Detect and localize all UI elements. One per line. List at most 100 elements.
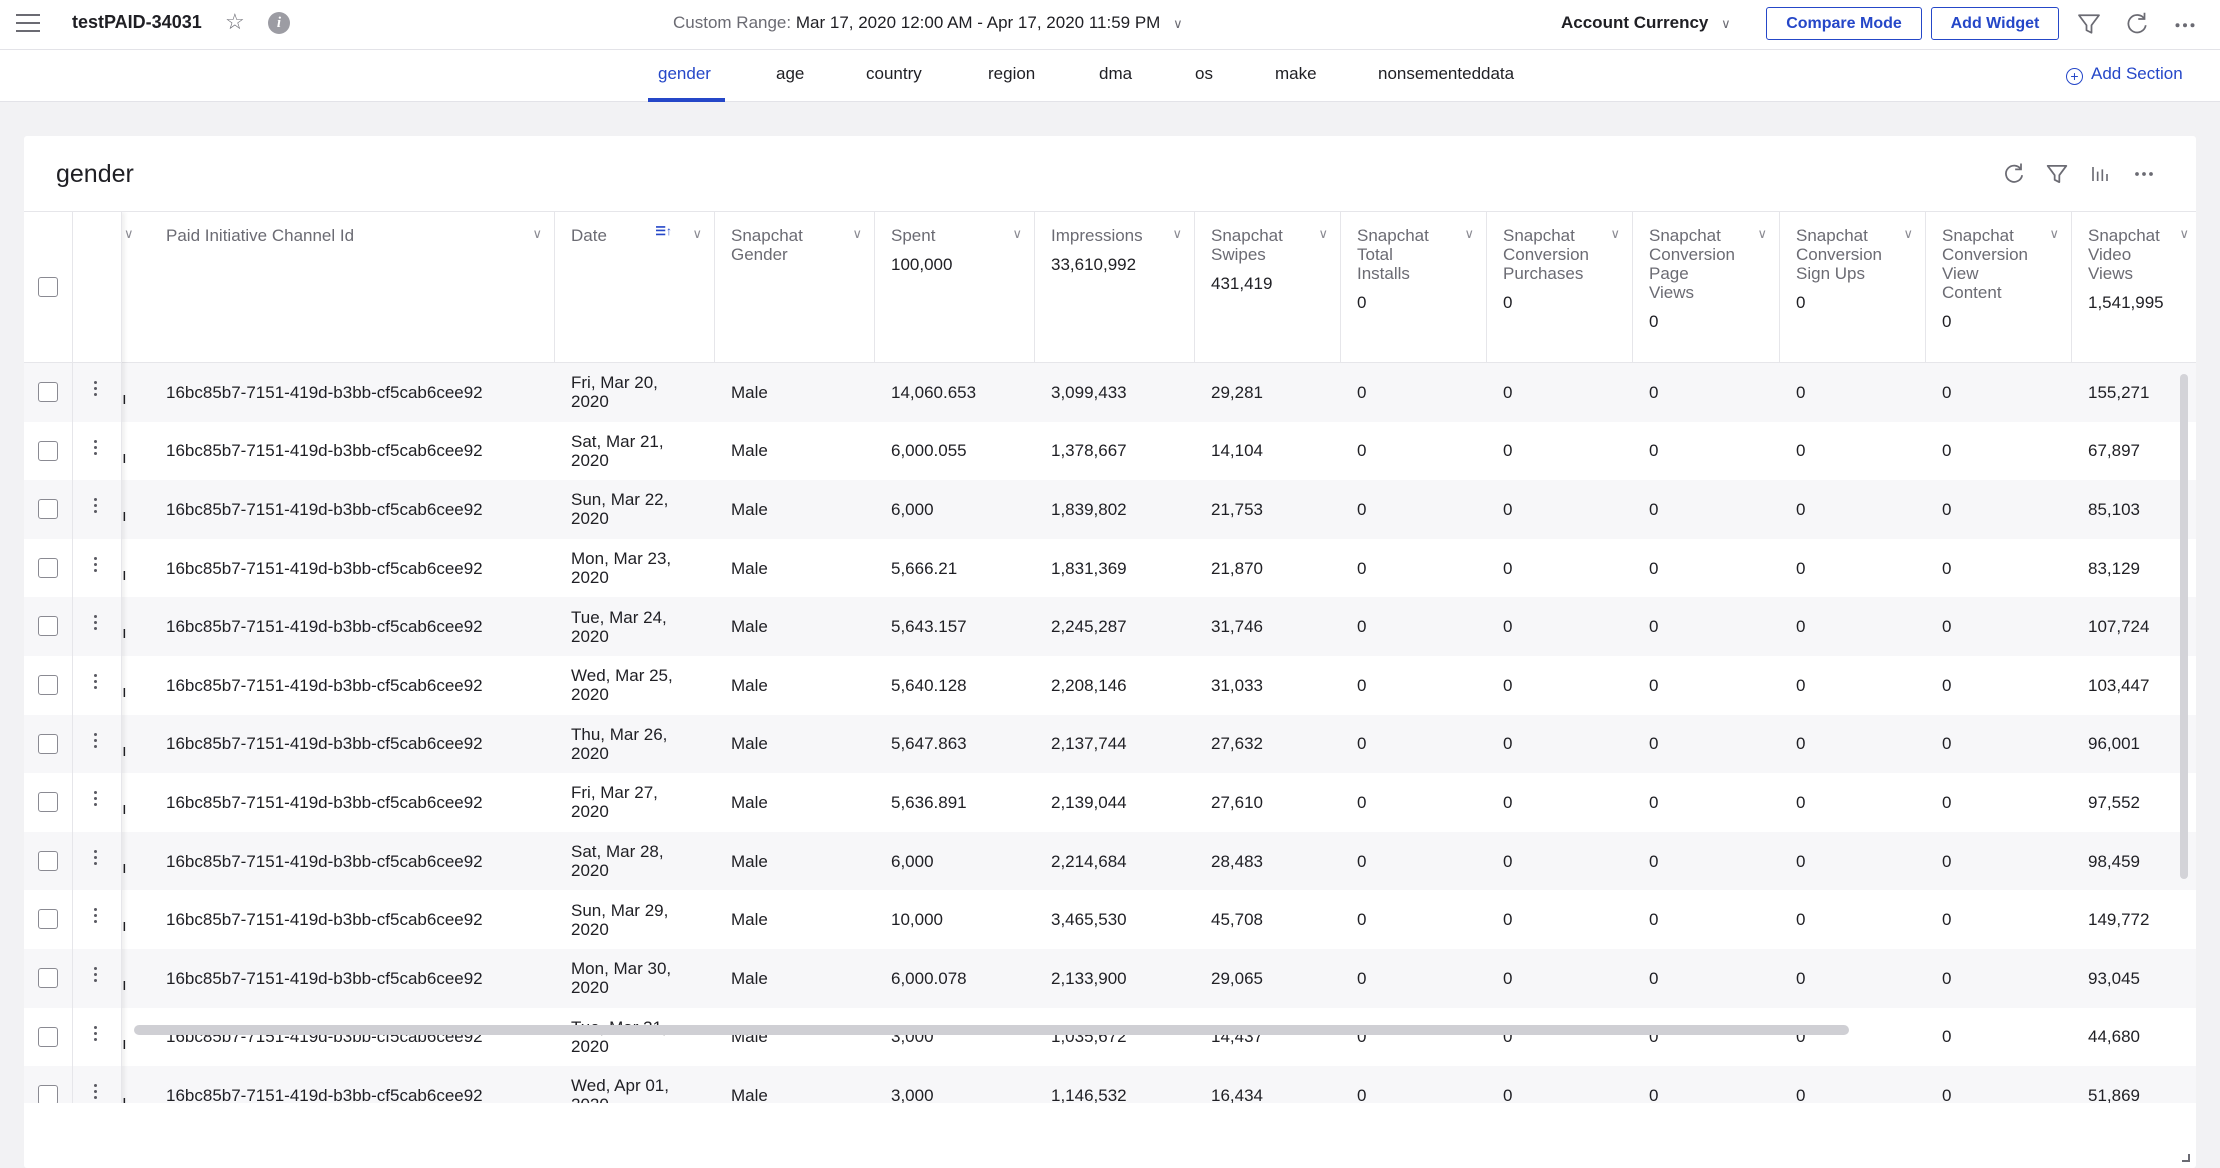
filter-icon[interactable] [2043, 160, 2071, 188]
table-row[interactable]: ı 16bc85b7-7151-419d-b3bb-cf5cab6cee92 Tue… [24, 597, 2196, 656]
chevron-down-icon[interactable]: ∨ [124, 226, 134, 242]
cell-gender: Male [731, 617, 768, 637]
cell-channel-id: 16bc85b7-7151-419d-b3bb-cf5cab6cee92 [166, 558, 483, 578]
chevron-down-icon[interactable]: ∨ [1318, 226, 1328, 242]
column-header-label: Snapchat Conversion Purchases [1503, 226, 1589, 283]
cell-video-views: 155,271 [2088, 382, 2150, 402]
column-header-total-installs[interactable]: Snapchat Total Installs 0 ∨ [1341, 212, 1487, 363]
table-row[interactable]: ı 16bc85b7-7151-419d-b3bb-cf5cab6cee92 Fri… [24, 773, 2196, 832]
column-header-impressions[interactable]: Impressions 33,610,992 ∨ [1035, 212, 1195, 363]
menu-icon[interactable] [16, 14, 40, 34]
table-row[interactable]: ı 16bc85b7-7151-419d-b3bb-cf5cab6cee92 Thu… [24, 714, 2196, 774]
table-row[interactable]: ı 16bc85b7-7151-419d-b3bb-cf5cab6cee92 Sun… [24, 480, 2196, 539]
compare-mode-button[interactable]: Compare Mode [1766, 7, 1922, 40]
column-header-spent[interactable]: Spent 100,000 ∨ [875, 212, 1035, 363]
currency-selector[interactable]: Account Currency ∨ [1561, 13, 1731, 33]
cell-view-content: 0 [1942, 734, 1952, 754]
tab-region[interactable]: region [988, 64, 1035, 84]
column-header-view-content[interactable]: Snapchat Conversion View Content 0 ∨ [1926, 212, 2072, 363]
chevron-down-icon[interactable]: ∨ [1903, 226, 1913, 242]
vertical-scrollbar[interactable] [2180, 374, 2188, 879]
cell-page-views: 0 [1649, 1027, 1659, 1047]
date-range-picker[interactable]: Custom Range: Mar 17, 2020 12:00 AM - Ap… [673, 13, 1183, 33]
star-icon[interactable]: ☆ [225, 9, 245, 35]
tab-country[interactable]: country [866, 64, 922, 84]
cell-spent: 5,640.128 [891, 675, 967, 695]
cell-total-installs: 0 [1357, 558, 1367, 578]
cell-gender: Male [731, 441, 768, 461]
filter-icon[interactable] [2074, 9, 2104, 39]
table-row[interactable]: ı 16bc85b7-7151-419d-b3bb-cf5cab6cee92 Tue… [24, 1007, 2196, 1067]
table-row[interactable]: ı 16bc85b7-7151-419d-b3bb-cf5cab6cee92 Wed… [24, 1066, 2196, 1103]
chart-icon[interactable] [2086, 160, 2114, 188]
chevron-down-icon[interactable]: ∨ [1012, 226, 1022, 242]
column-header-sign-ups[interactable]: Snapchat Conversion Sign Ups 0 ∨ [1780, 212, 1926, 363]
sort-ascending-icon[interactable]: ☰↑ [655, 224, 672, 238]
chevron-down-icon: ∨ [1721, 16, 1731, 31]
chevron-down-icon[interactable]: ∨ [852, 226, 862, 242]
truncated-cell: ı [122, 799, 127, 819]
chevron-down-icon[interactable]: ∨ [1610, 226, 1620, 242]
horizontal-scrollbar[interactable] [134, 1025, 1849, 1035]
cell-date: Sun, Mar 22, 2020 [571, 490, 669, 529]
table-row[interactable]: ı 16bc85b7-7151-419d-b3bb-cf5cab6cee92 Fri… [24, 363, 2196, 422]
column-header-page-views[interactable]: Snapchat Conversion Page Views 0 ∨ [1633, 212, 1780, 363]
frozen-columns [24, 212, 122, 1103]
column-header-swipes[interactable]: Snapchat Swipes 431,419 ∨ [1195, 212, 1341, 363]
cell-view-content: 0 [1942, 910, 1952, 930]
table-row[interactable]: ı 16bc85b7-7151-419d-b3bb-cf5cab6cee92 Sat… [24, 421, 2196, 481]
cell-purchases: 0 [1503, 675, 1513, 695]
cell-sign-ups: 0 [1796, 851, 1806, 871]
table-row[interactable]: ı 16bc85b7-7151-419d-b3bb-cf5cab6cee92 Wed… [24, 656, 2196, 715]
column-header-channel-id[interactable]: Paid Initiative Channel Id ∨ [150, 212, 555, 363]
chevron-down-icon[interactable]: ∨ [2049, 226, 2059, 242]
column-header-label: Snapchat Swipes [1211, 226, 1283, 264]
cell-purchases: 0 [1503, 617, 1513, 637]
column-total: 0 [1503, 293, 1513, 312]
cell-total-installs: 0 [1357, 382, 1367, 402]
chevron-down-icon[interactable]: ∨ [692, 226, 702, 242]
column-header-date[interactable]: Date ☰↑ ∨ [555, 212, 715, 363]
column-total: 100,000 [891, 255, 953, 274]
tab-nonsementeddata[interactable]: nonsementeddata [1378, 64, 1514, 84]
table-row[interactable]: ı 16bc85b7-7151-419d-b3bb-cf5cab6cee92 Sat… [24, 831, 2196, 891]
more-icon[interactable] [2130, 160, 2158, 188]
add-widget-button[interactable]: Add Widget [1931, 7, 2059, 40]
cell-impressions: 3,465,530 [1051, 910, 1127, 930]
table-row[interactable]: ı 16bc85b7-7151-419d-b3bb-cf5cab6cee92 Mon… [24, 949, 2196, 1008]
refresh-icon[interactable] [2122, 9, 2152, 39]
tab-os[interactable]: os [1195, 64, 1213, 84]
chevron-down-icon[interactable]: ∨ [1757, 226, 1767, 242]
cell-purchases: 0 [1503, 910, 1513, 930]
chevron-down-icon[interactable]: ∨ [2179, 226, 2189, 242]
currency-label: Account Currency [1561, 13, 1709, 32]
column-header-gender[interactable]: Snapchat Gender ∨ [715, 212, 875, 363]
tab-gender[interactable]: gender [658, 64, 711, 84]
cell-total-installs: 0 [1357, 1085, 1367, 1103]
chevron-down-icon[interactable]: ∨ [532, 226, 542, 242]
cell-page-views: 0 [1649, 734, 1659, 754]
column-header-purchases[interactable]: Snapchat Conversion Purchases 0 ∨ [1487, 212, 1633, 363]
chevron-down-icon[interactable]: ∨ [1464, 226, 1474, 242]
column-header-video-views[interactable]: Snapchat Video Views 1,541,995 ∨ [2072, 212, 2196, 363]
table-row[interactable]: ı 16bc85b7-7151-419d-b3bb-cf5cab6cee92 Mon… [24, 538, 2196, 598]
cell-sign-ups: 0 [1796, 558, 1806, 578]
chevron-down-icon[interactable]: ∨ [1172, 226, 1182, 242]
cell-impressions: 3,099,433 [1051, 382, 1127, 402]
cell-purchases: 0 [1503, 851, 1513, 871]
resize-handle[interactable] [2182, 1154, 2190, 1162]
cell-video-views: 83,129 [2088, 558, 2140, 578]
add-section-button[interactable]: + Add Section [2066, 64, 2183, 85]
refresh-icon[interactable] [2000, 160, 2028, 188]
tab-make[interactable]: make [1275, 64, 1317, 84]
table-row[interactable]: ı 16bc85b7-7151-419d-b3bb-cf5cab6cee92 Sun… [24, 890, 2196, 949]
dashboard-title: testPAID-34031 [72, 12, 202, 32]
more-icon[interactable] [2170, 9, 2200, 39]
tab-dma[interactable]: dma [1099, 64, 1132, 84]
widget-title: gender [56, 160, 134, 188]
cell-total-installs: 0 [1357, 910, 1367, 930]
info-icon[interactable]: i [268, 12, 290, 34]
cell-spent: 14,060.653 [891, 382, 977, 402]
tab-age[interactable]: age [776, 64, 804, 84]
cell-view-content: 0 [1942, 617, 1952, 637]
